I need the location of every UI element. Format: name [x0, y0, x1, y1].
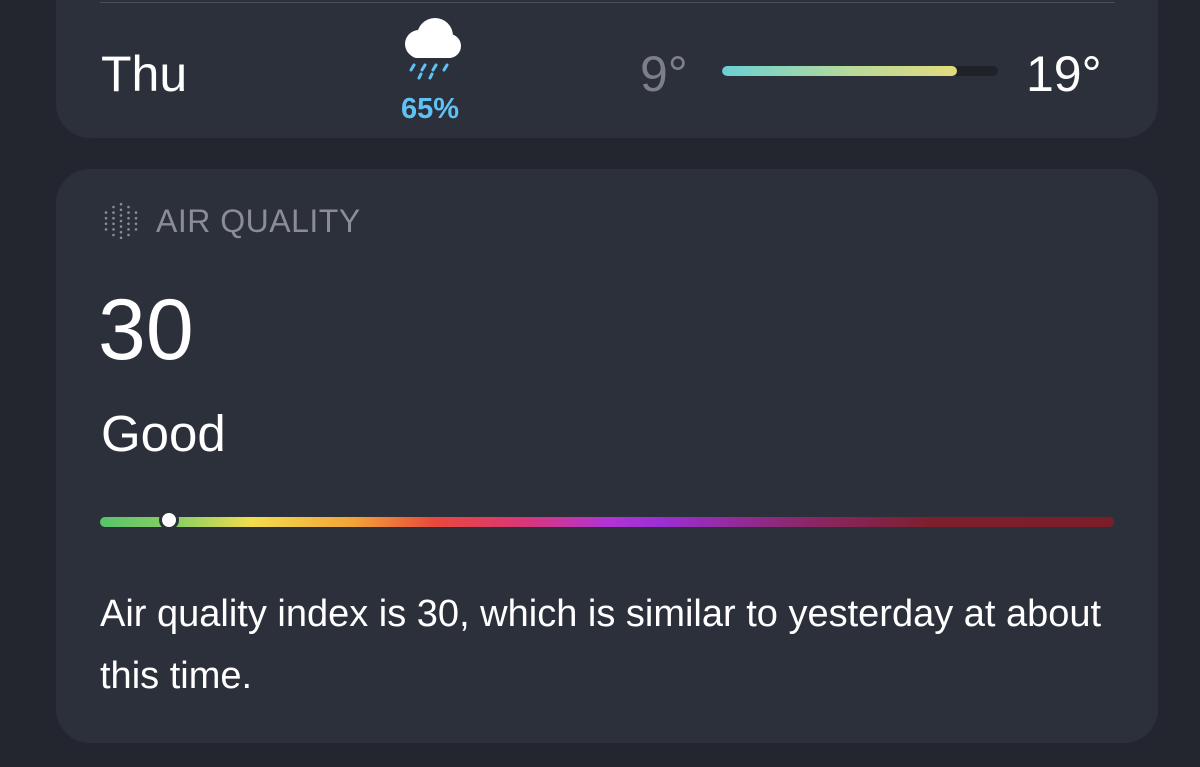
weather-screen: Thu 65% 9° 19° AIR QUALITY 30 Good Air q… — [0, 0, 1200, 767]
air-quality-index-value: 30 — [98, 282, 194, 378]
temp-range-fill — [722, 66, 957, 76]
cloud-rain-icon — [405, 18, 461, 80]
air-quality-header: AIR QUALITY — [156, 203, 361, 239]
precipitation-chance: 65% — [400, 93, 460, 125]
temp-high: 19° — [1026, 46, 1102, 102]
air-quality-dots-icon — [104, 202, 138, 240]
temp-range-bar — [722, 66, 998, 76]
forecast-day-label: Thu — [101, 46, 188, 102]
air-quality-description: Air quality index is 30, which is simila… — [100, 593, 1102, 697]
forecast-row-divider — [100, 2, 1115, 3]
temp-low: 9° — [640, 46, 688, 102]
air-quality-scale-indicator — [158, 510, 179, 530]
air-quality-category: Good — [101, 405, 226, 462]
air-quality-scale-bar — [100, 517, 1114, 527]
